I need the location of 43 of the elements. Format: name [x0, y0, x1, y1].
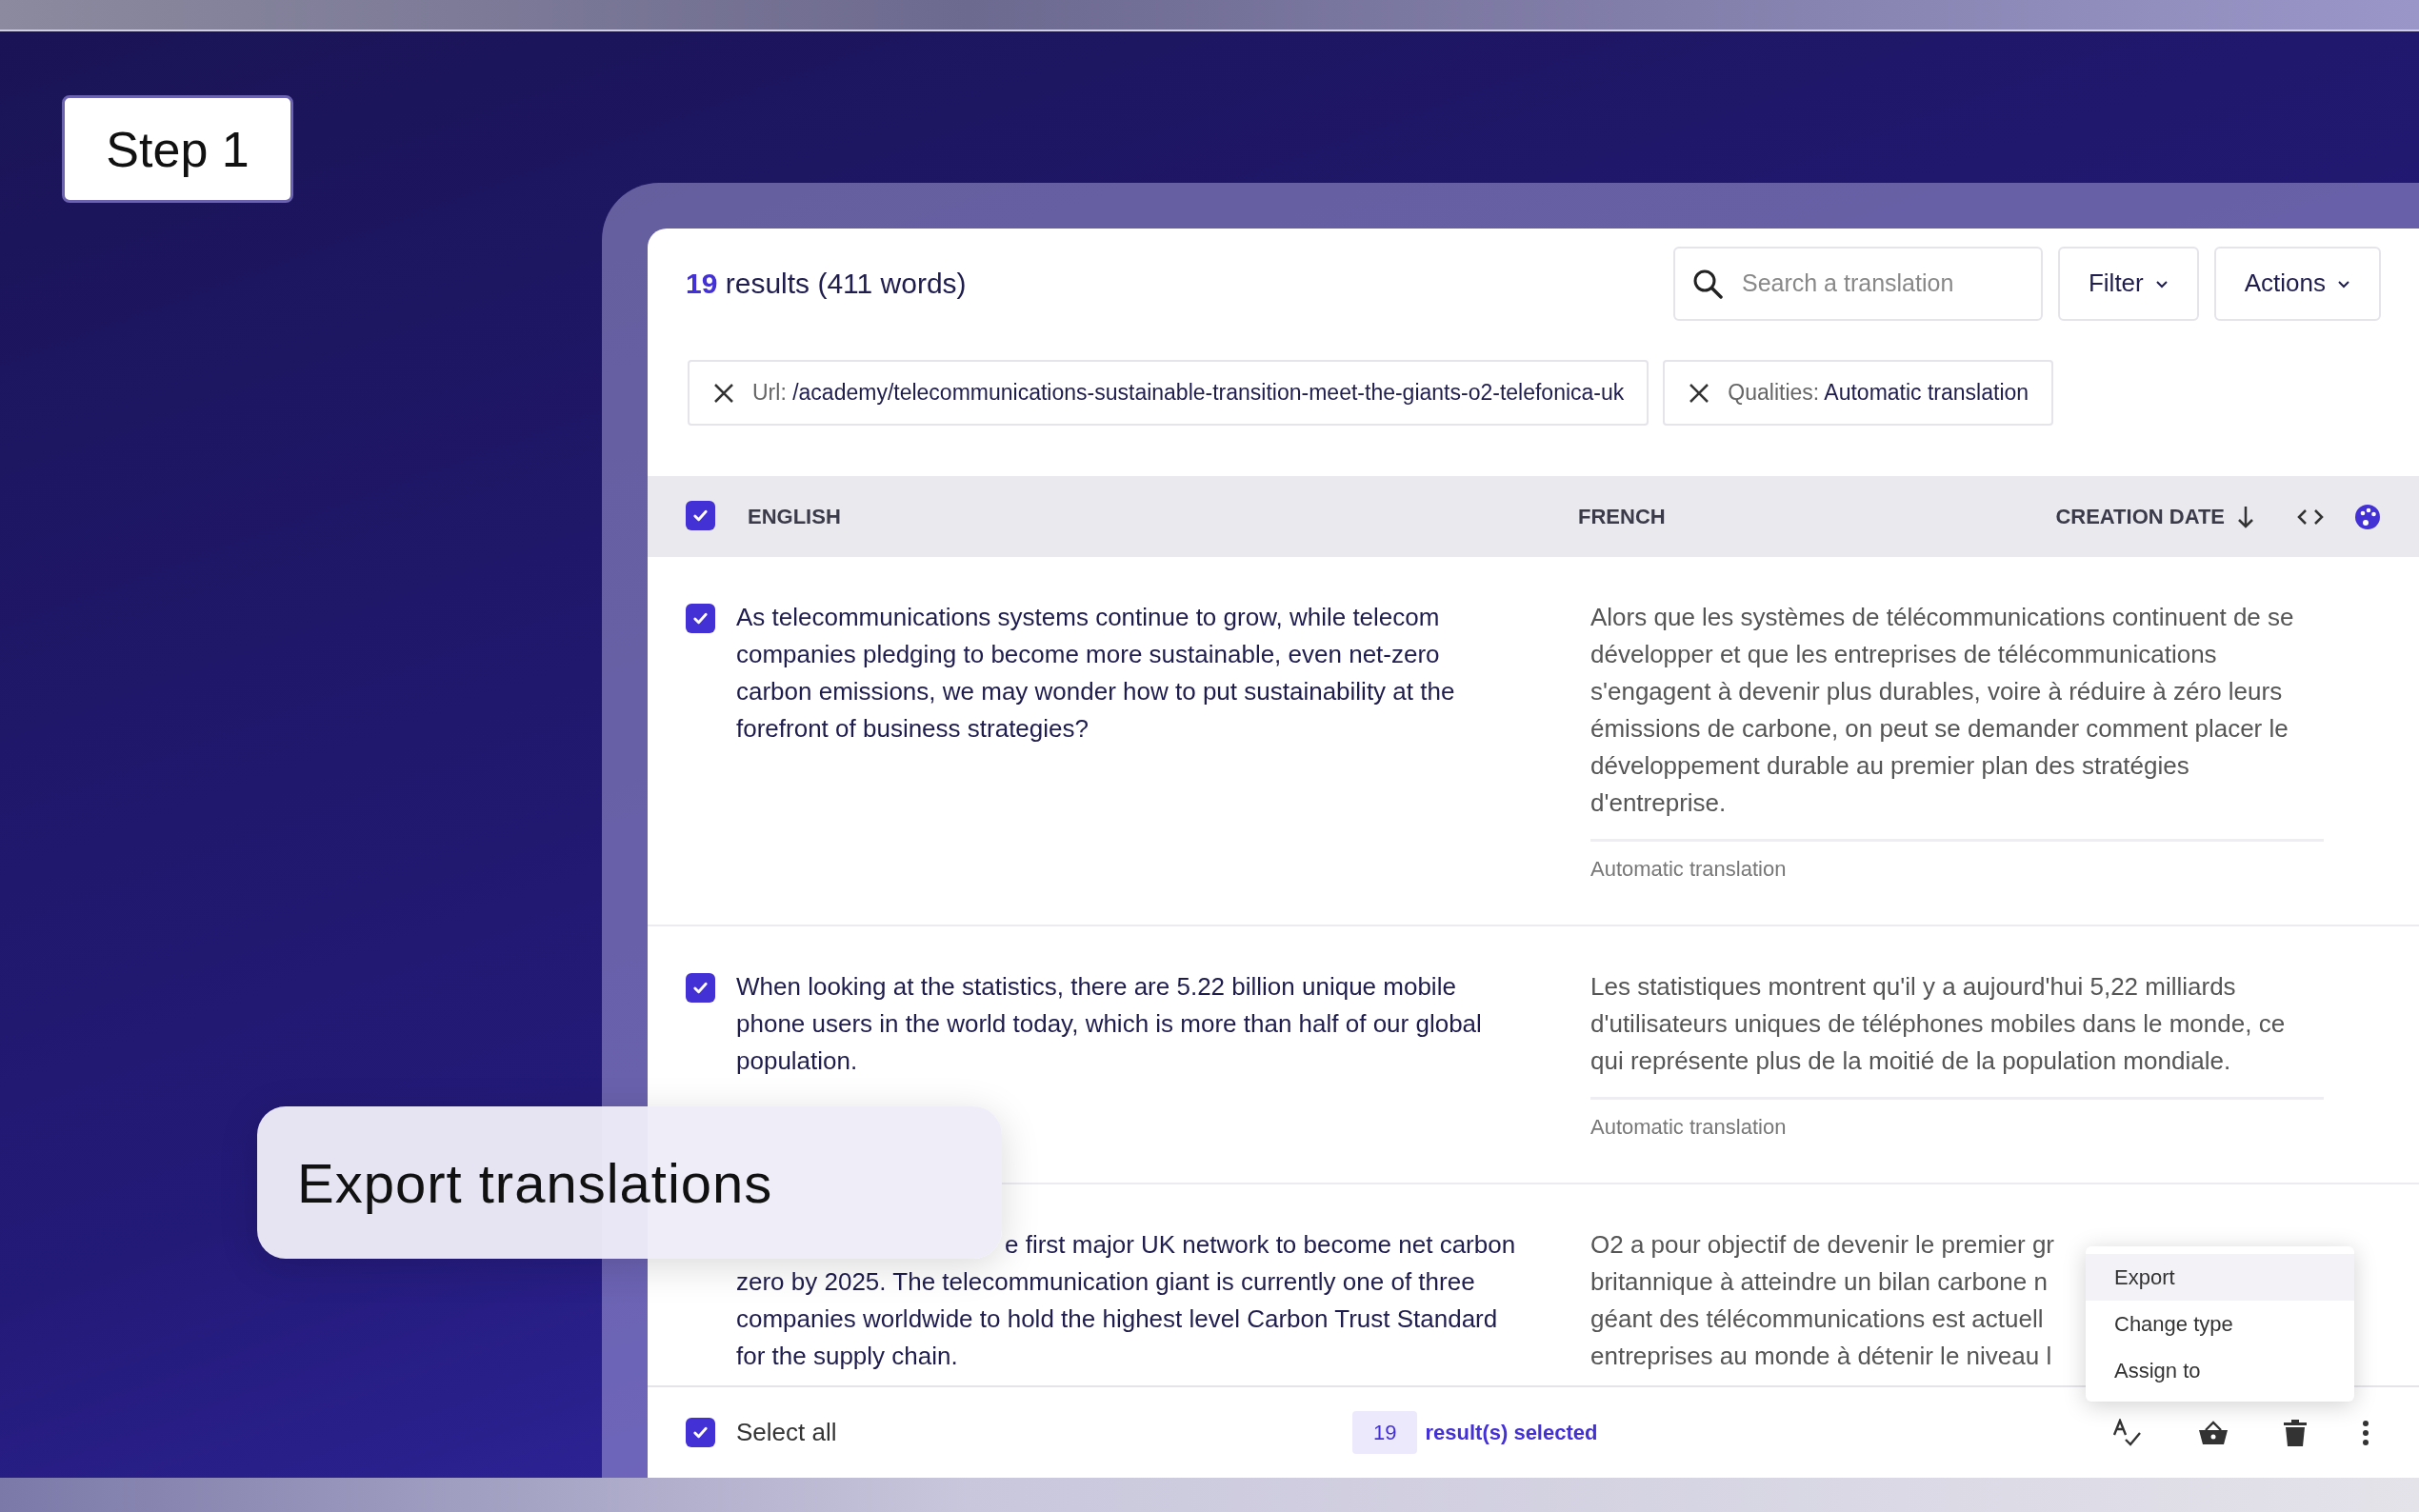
filter-text: Qualities: Automatic translation	[1728, 379, 2029, 408]
code-icon[interactable]	[2297, 507, 2324, 527]
chevron-down-icon	[2337, 278, 2350, 288]
selected-count: 19	[1352, 1411, 1418, 1454]
quality-label: Automatic translation	[1590, 1097, 2324, 1142]
select-all-label[interactable]: Select all	[736, 1414, 837, 1451]
checkbox[interactable]	[686, 604, 715, 633]
close-icon[interactable]	[712, 381, 735, 405]
menu-item[interactable]: Export	[2086, 1254, 2354, 1301]
checkbox[interactable]	[686, 973, 715, 1003]
checkbox[interactable]	[686, 1418, 715, 1447]
menu-item[interactable]: Assign to	[2086, 1347, 2354, 1394]
spellcheck-icon[interactable]	[2112, 1418, 2143, 1447]
search-field[interactable]: Search a translation	[1672, 246, 2043, 321]
source-text: When looking at the statistics, there are 5.22 billion unique mobile phone users in the world today, which is more than half of our global population.	[736, 971, 1483, 1077]
basket-icon[interactable]	[2198, 1419, 2229, 1446]
filter-chip[interactable]: Qualities: Automatic translation	[1663, 360, 2054, 426]
arrow-down-icon[interactable]	[2236, 504, 2255, 529]
palette-icon[interactable]	[2354, 503, 2381, 530]
translation-text: O2 a pour objectif de devenir le premier gr britannique à atteindre un bilan carbone n géant des télécommunications est actuell entreprises au monde à détenir le niveau l	[1590, 1229, 2055, 1372]
source-text: As telecommunications systems continue to grow, while telecom companies pledging to become more sustainable, even net-zero carbon emissions, we may wonder how to put sustainability at the forefront of business strategies?	[736, 602, 1456, 745]
column-header[interactable]: CREATION DATE	[2055, 501, 2225, 532]
filter-text: Url: /academy/telecommunications-sustainable-transition-meet-the-giants-o2-telefonica-uk	[752, 379, 1625, 408]
actions-button[interactable]: Actions	[2213, 246, 2381, 321]
translation-text: Les statistiques montrent qu'il y a aujourd'hui 5,22 milliards d'utilisateurs uniques de téléphones mobiles dans le monde, ce qui représente plus de la moitié de la population mondiale.	[1590, 971, 2287, 1077]
translation-text: Alors que les systèmes de télécommunications continuent de se développer et que les entreprises de télécommunications s'engagent à devenir plus durables, voire à réduire à zéro leurs émissions de carbone, on peut se demander comment placer le développement durable au premier plan des stratégies d'entreprise.	[1590, 602, 2295, 819]
column-header: FRENCH	[1578, 504, 1666, 530]
filter-chip[interactable]: Url: /academy/telecommunications-sustainable-transition-meet-the-giants-o2-telefonica-uk	[688, 360, 1649, 426]
menu-item[interactable]: Change type	[2086, 1301, 2354, 1347]
trash-icon[interactable]	[2284, 1419, 2307, 1446]
step-label: Step 1	[62, 95, 293, 203]
source-text: e first major UK network to become net carbon	[1005, 1229, 1516, 1261]
column-header: ENGLISH	[748, 504, 842, 530]
filter-button[interactable]: Filter	[2057, 246, 2199, 321]
quality-label: Automatic translation	[1590, 839, 2324, 884]
caption-label: Export translations	[257, 1106, 1002, 1259]
close-icon[interactable]	[1688, 381, 1711, 405]
checkbox[interactable]	[686, 500, 715, 530]
results-title: 19 results (411 words)	[686, 267, 967, 301]
more-icon[interactable]	[2362, 1420, 2369, 1445]
selection-label: result(s) selected	[1425, 1420, 1598, 1446]
source-text: zero by 2025. The telecommunication giant is currently one of three companies worldwide to hold the highest level Carbon Trust Standard for the supply chain.	[736, 1266, 1499, 1372]
chevron-down-icon	[2154, 278, 2169, 288]
